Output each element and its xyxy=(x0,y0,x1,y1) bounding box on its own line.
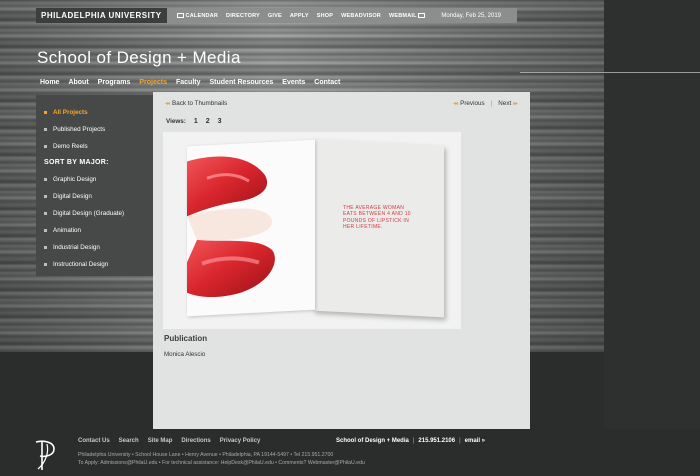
utility-link-webmail[interactable]: WEBMAIL xyxy=(389,13,427,19)
view-1-link[interactable]: 1 xyxy=(194,118,198,125)
utility-link-apply[interactable]: APPLY xyxy=(290,13,309,19)
mail-icon xyxy=(418,12,426,18)
utility-link-give[interactable]: GIVE xyxy=(268,13,282,19)
back-to-thumbnails-link[interactable]: ◂◂ Back to Thumbnails xyxy=(165,100,227,107)
bullet-icon xyxy=(44,263,47,266)
footer-email-link[interactable]: email » xyxy=(465,438,485,444)
footer-link-privacy-policy[interactable]: Privacy Policy xyxy=(220,438,261,444)
view-2-link[interactable]: 2 xyxy=(206,118,210,125)
footer-divider: | xyxy=(412,438,415,444)
footer-link-contact-us[interactable]: Contact Us xyxy=(78,438,110,444)
footer-link-search[interactable]: Search xyxy=(119,438,139,444)
content-panel: ◂◂ Back to Thumbnails ◂◂ Previous | Next ▸… xyxy=(153,92,530,429)
sidebar-item-instructional-design[interactable]: Instructional Design xyxy=(36,256,153,273)
project-category: Publication xyxy=(164,334,208,343)
project-image: THE AVERAGE WOMAN EATS BETWEEN 4 AND 10 … xyxy=(163,132,461,329)
nav-student-resources[interactable]: Student Resources xyxy=(210,79,274,86)
art-quote: THE AVERAGE WOMAN EATS BETWEEN 4 AND 10 … xyxy=(343,205,411,231)
pager-separator: | xyxy=(490,100,493,107)
footer-contact-emails: To Apply: Admissions@PhilaU.edu • For te… xyxy=(78,460,365,466)
footer-link-site-map[interactable]: Site Map xyxy=(148,438,173,444)
footer-school-name: School of Design + Media xyxy=(336,438,409,444)
sidebar-item-demo-reels[interactable]: Demo Reels xyxy=(36,138,153,155)
sidebar-item-industrial-design[interactable]: Industrial Design xyxy=(36,239,153,256)
utility-bar: PHILADELPHIA UNIVERSITY CALENDAR DIRECTO… xyxy=(36,8,517,23)
utility-link-shop[interactable]: SHOP xyxy=(317,13,333,19)
pager: ◂◂ Previous | Next ▸▸ xyxy=(453,100,520,107)
decorative-line xyxy=(520,72,700,73)
current-date: Monday, Feb 25, 2019 xyxy=(441,12,501,19)
footer-contact-strip: School of Design + Media | 215.951.2106 … xyxy=(336,438,485,444)
double-left-arrow-icon: ◂◂ xyxy=(453,101,458,107)
double-right-arrow-icon: ▸▸ xyxy=(512,101,518,107)
views-label: Views: xyxy=(166,118,186,125)
project-author: Monica Alescio xyxy=(164,351,206,358)
utility-link-webadvisor[interactable]: WEBADVISOR xyxy=(341,13,381,19)
utility-link-directory[interactable]: DIRECTORY xyxy=(226,13,260,19)
sidebar-item-all-projects[interactable]: All Projects xyxy=(36,104,153,121)
sidebar-item-digital-design-graduate[interactable]: Digital Design (Graduate) xyxy=(36,205,153,222)
utility-link-calendar[interactable]: CALENDAR xyxy=(176,12,218,19)
site-title: School of Design + Media xyxy=(37,48,241,67)
sidebar-item-graphic-design[interactable]: Graphic Design xyxy=(36,171,153,188)
nav-events[interactable]: Events xyxy=(282,79,305,86)
nav-programs[interactable]: Programs xyxy=(98,79,131,86)
bullet-icon xyxy=(44,178,47,181)
nav-about[interactable]: About xyxy=(68,79,88,86)
bullet-icon xyxy=(44,128,47,131)
footer-links: Contact Us Search Site Map Directions Pr… xyxy=(78,438,260,444)
utility-links: CALENDAR DIRECTORY GIVE APPLY SHOP WEBAD… xyxy=(176,12,428,19)
next-link[interactable]: Next ▸▸ xyxy=(498,100,520,107)
lips-illustration xyxy=(187,156,275,297)
footer-address: Philadelphia University • School House L… xyxy=(78,452,334,458)
nav-contact[interactable]: Contact xyxy=(314,79,340,86)
footer-link-directions[interactable]: Directions xyxy=(181,438,210,444)
view-3-link[interactable]: 3 xyxy=(218,118,222,125)
previous-link[interactable]: ◂◂ Previous xyxy=(453,100,485,107)
bullet-icon xyxy=(44,229,47,232)
bullet-icon xyxy=(44,246,47,249)
university-monogram-logo[interactable] xyxy=(30,438,64,472)
sidebar-item-digital-design[interactable]: Digital Design xyxy=(36,188,153,205)
double-left-arrow-icon: ◂◂ xyxy=(165,101,170,107)
nav-faculty[interactable]: Faculty xyxy=(176,79,201,86)
nav-home[interactable]: Home xyxy=(40,79,59,86)
footer-phone: 215.951.2106 xyxy=(418,438,456,444)
footer-divider: | xyxy=(459,438,461,444)
calendar-icon xyxy=(176,12,184,18)
views-selector: Views: 1 2 3 xyxy=(166,118,222,125)
bullet-icon xyxy=(44,145,47,148)
bullet-icon xyxy=(44,111,47,114)
sidebar: All Projects Published Projects Demo Ree… xyxy=(36,95,153,276)
bullet-icon xyxy=(44,195,47,198)
book-left-page xyxy=(187,139,315,317)
nav-projects[interactable]: Projects xyxy=(139,79,167,86)
sidebar-heading: SORT BY MAJOR: xyxy=(44,159,109,166)
sidebar-item-animation[interactable]: Animation xyxy=(36,222,153,239)
bullet-icon xyxy=(44,212,47,215)
project-nav: ◂◂ Back to Thumbnails ◂◂ Previous | Next ▸… xyxy=(165,100,520,107)
main-nav: Home About Programs Projects Faculty Stu… xyxy=(40,79,340,86)
university-logo-text[interactable]: PHILADELPHIA UNIVERSITY xyxy=(36,8,167,23)
sidebar-item-published-projects[interactable]: Published Projects xyxy=(36,121,153,138)
